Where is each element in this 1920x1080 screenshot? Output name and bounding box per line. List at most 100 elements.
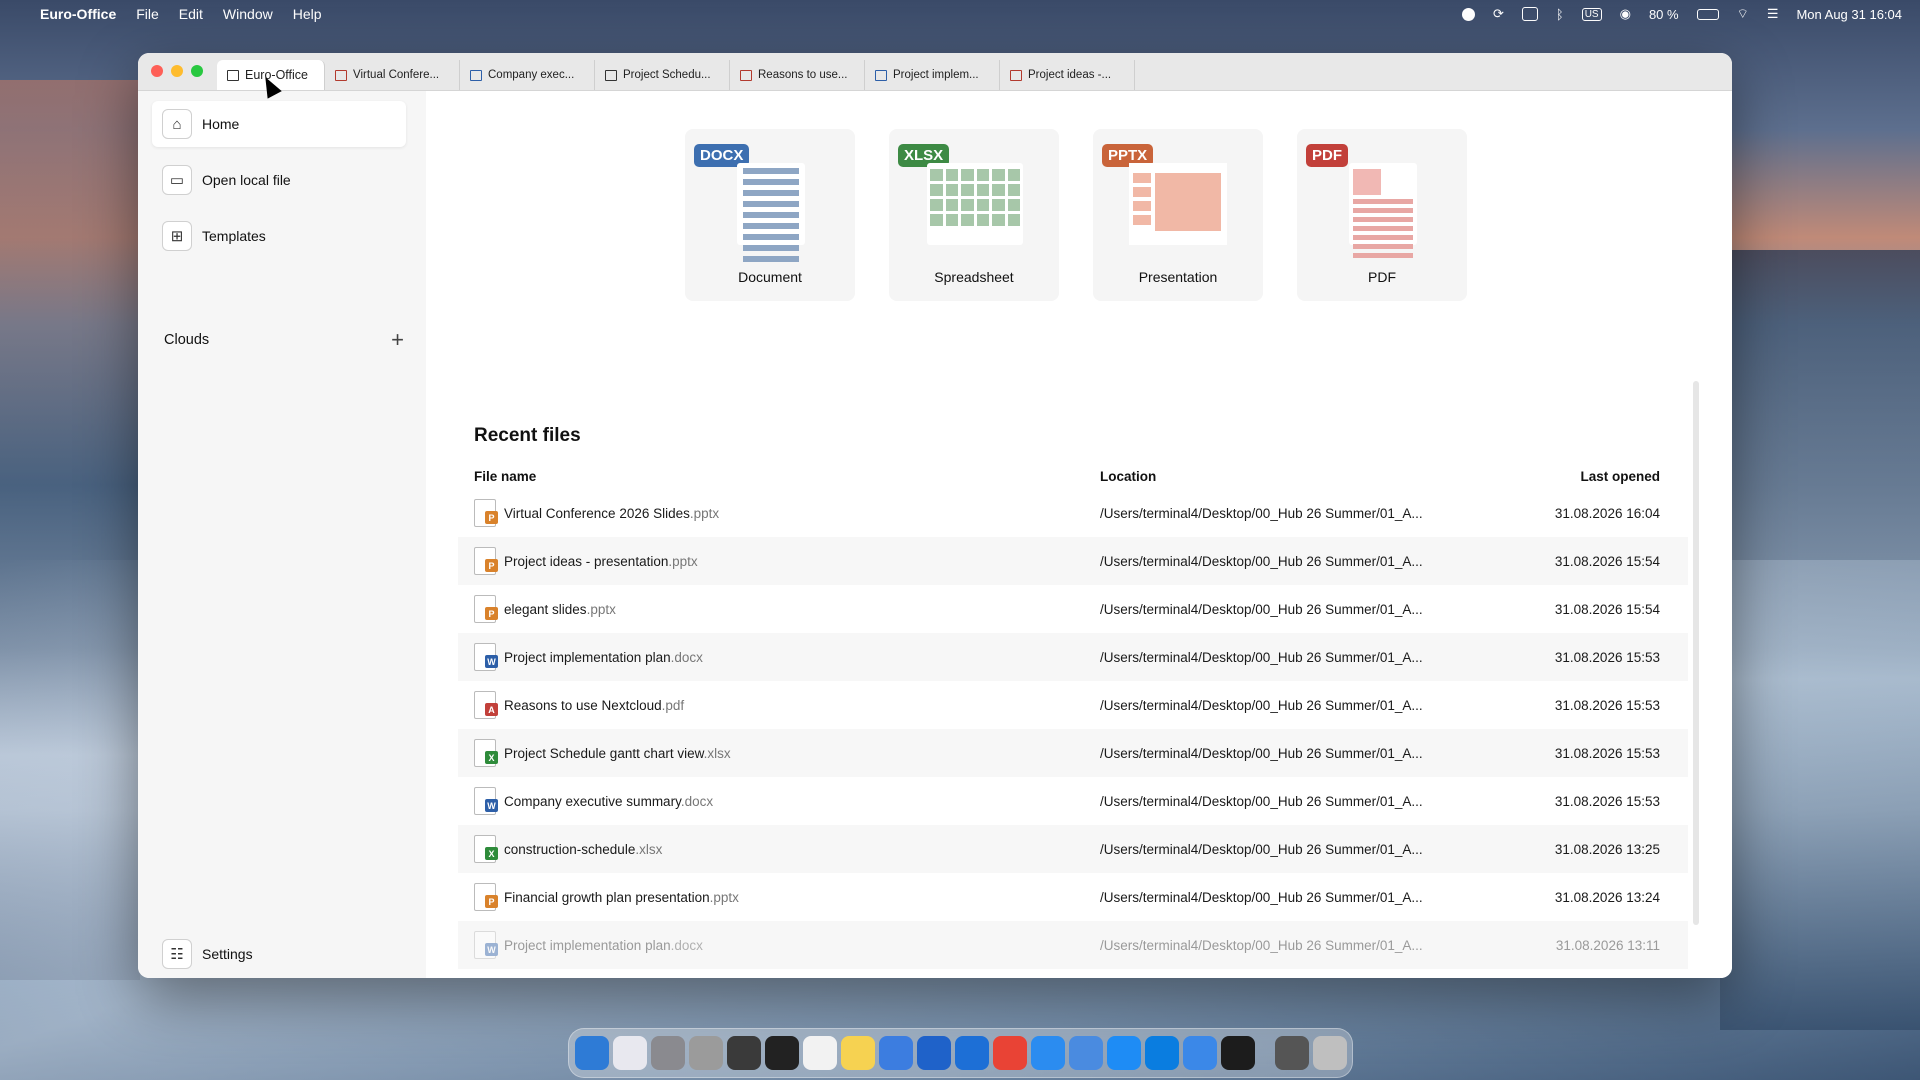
header-last-opened[interactable]: Last opened (1480, 469, 1660, 484)
table-row[interactable]: Pelegant slides.pptx/Users/terminal4/Des… (458, 585, 1688, 633)
tab-virtual-conference[interactable]: Virtual Confere... (325, 60, 460, 90)
safari-icon[interactable] (1031, 1036, 1065, 1070)
add-cloud-icon[interactable]: + (391, 327, 404, 353)
sync-icon[interactable]: ⟳ (1493, 6, 1504, 22)
sidebar-item-settings[interactable]: ☷ Settings (152, 931, 406, 977)
menu-file[interactable]: File (136, 6, 159, 22)
trash-icon[interactable] (1313, 1036, 1347, 1070)
sidebar-item-home[interactable]: ⌂ Home (152, 101, 406, 147)
display-icon[interactable] (1521, 7, 1538, 21)
document-file-icon: W (474, 931, 498, 959)
window-controls (138, 53, 217, 90)
browser-icon[interactable] (955, 1036, 989, 1070)
file-date: 31.08.2026 15:54 (1554, 553, 1660, 569)
sliders-icon: ☷ (162, 939, 192, 969)
battery-icon[interactable] (1696, 8, 1719, 20)
new-presentation-card[interactable]: PPTX Presentation (1093, 129, 1263, 301)
table-row[interactable]: W Project implementation plan.docx/Users/… (458, 633, 1688, 681)
wifi-icon[interactable]: ⌔ (1737, 6, 1749, 22)
table-row[interactable]: P Project ideas - presentation.pptx/Users… (458, 537, 1688, 585)
card-label: Spreadsheet (934, 269, 1014, 285)
table-row[interactable]: P Virtual Conference 2026 Slides.pptx/Use… (458, 489, 1688, 537)
file-name-cell: P Project ideas - presentation.pptx (458, 547, 1100, 575)
tab-project-ideas[interactable]: Project ideas -... (1000, 60, 1135, 90)
notes-icon[interactable] (841, 1036, 875, 1070)
table-row[interactable]: P Financial growth plan presentation.pptx… (458, 873, 1688, 921)
table-row[interactable]: W Company executive summary.docx/Users/te… (458, 777, 1688, 825)
menu-edit[interactable]: Edit (179, 6, 203, 22)
file-location: /Users/terminal4/Desktop/00_Hub 26 Summe… (1100, 505, 1423, 521)
presentation-file-icon: P (474, 883, 498, 911)
tab-company-exec[interactable]: Company exec... (460, 60, 595, 90)
photos-icon[interactable] (727, 1036, 761, 1070)
sidebar-item-templates[interactable]: ⊞ Templates (152, 213, 406, 259)
tab-project-schedule[interactable]: Project Schedu... (595, 60, 730, 90)
finder-icon[interactable] (575, 1036, 609, 1070)
file-name: Financial growth plan presentation.pptx (504, 889, 739, 905)
record-icon[interactable] (1461, 7, 1475, 21)
user-icon[interactable]: ◉ (1620, 6, 1631, 22)
table-row[interactable]: A Reasons to use Nextcloud.pdf/Users/term… (458, 681, 1688, 729)
header-location[interactable]: Location (1100, 469, 1480, 484)
terminal-icon[interactable] (1221, 1036, 1255, 1070)
sidebar-item-label: Home (202, 116, 240, 132)
camera-icon[interactable] (765, 1036, 799, 1070)
folder-icon[interactable] (1275, 1036, 1309, 1070)
new-spreadsheet-card[interactable]: XLSX Spreadsheet (889, 129, 1059, 301)
minimize-button[interactable] (171, 65, 183, 77)
spreadsheet-file-icon: X (474, 739, 498, 767)
sidebar-item-open-local-file[interactable]: ▭ Open local file (152, 157, 406, 203)
chrome-icon[interactable] (993, 1036, 1027, 1070)
file-name: Project implementation plan.docx (504, 937, 703, 953)
home-icon: ⌂ (162, 109, 192, 139)
document-preview-icon (737, 163, 805, 262)
xcode-icon[interactable] (917, 1036, 951, 1070)
battery-percent: 80 % (1648, 6, 1679, 22)
tab-label: Company exec... (488, 69, 575, 81)
folder-icon: ▭ (162, 165, 192, 195)
document-file-icon: W (474, 787, 498, 815)
presentation-icon (1010, 69, 1022, 81)
clouds-label: Clouds (164, 332, 210, 348)
control-center-icon[interactable]: ☰ (1767, 6, 1779, 22)
recent-files-title: Recent files (474, 425, 581, 446)
clock[interactable]: Mon Aug 31 16:04 (1796, 7, 1902, 22)
mail-icon[interactable] (1069, 1036, 1103, 1070)
spreadsheet-icon (605, 69, 617, 81)
appstore-icon[interactable] (1107, 1036, 1141, 1070)
app-menu[interactable]: Euro-Office (40, 6, 116, 22)
tab-label: Reasons to use... (758, 69, 848, 81)
file-name: Project implementation plan.docx (504, 649, 703, 665)
new-pdf-card[interactable]: PDF PDF (1297, 129, 1467, 301)
close-button[interactable] (151, 65, 163, 77)
scrollbar[interactable] (1693, 381, 1699, 925)
table-row[interactable]: X Project Schedule gantt chart view.xlsx /… (458, 729, 1688, 777)
header-file-name[interactable]: File name (458, 469, 1100, 484)
card-label: Document (738, 269, 802, 285)
file-name-cell: P Financial growth plan presentation.pptx (458, 883, 1100, 911)
zoom-button[interactable] (191, 65, 203, 77)
file-name: Reasons to use Nextcloud.pdf (504, 697, 685, 713)
menu-window[interactable]: Window (223, 6, 273, 22)
tab-bar: Euro-Office Virtual Confere... Company e… (138, 53, 1732, 91)
file-location: /Users/terminal4/Desktop/00_Hub 26 Summe… (1100, 649, 1423, 665)
new-document-card[interactable]: DOCX Document (685, 129, 855, 301)
launchpad-icon[interactable] (613, 1036, 647, 1070)
sidebar-item-label: Open local file (202, 172, 291, 188)
quicktime-icon[interactable] (1183, 1036, 1217, 1070)
preview-icon[interactable] (879, 1036, 913, 1070)
file-name: elegant slides.pptx (504, 601, 616, 617)
table-row[interactable]: Xconstruction-schedule.xlsx/Users/termin… (458, 825, 1688, 873)
table-row[interactable]: W Project implementation plan.docx/Users/… (458, 921, 1688, 969)
text-icon[interactable] (803, 1036, 837, 1070)
settings-icon[interactable] (651, 1036, 685, 1070)
nextcloud-icon[interactable] (1145, 1036, 1179, 1070)
file-name-cell: P Virtual Conference 2026 Slides.pptx (458, 499, 1100, 527)
keyboard-layout[interactable]: US (1581, 7, 1602, 21)
tab-reasons[interactable]: Reasons to use... (730, 60, 865, 90)
tab-project-implem[interactable]: Project implem... (865, 60, 1000, 90)
file-date: 31.08.2026 13:11 (1555, 937, 1660, 953)
bluetooth-icon[interactable]: ᛒ (1556, 7, 1564, 22)
a-icon[interactable] (689, 1036, 723, 1070)
menu-help[interactable]: Help (293, 6, 322, 22)
